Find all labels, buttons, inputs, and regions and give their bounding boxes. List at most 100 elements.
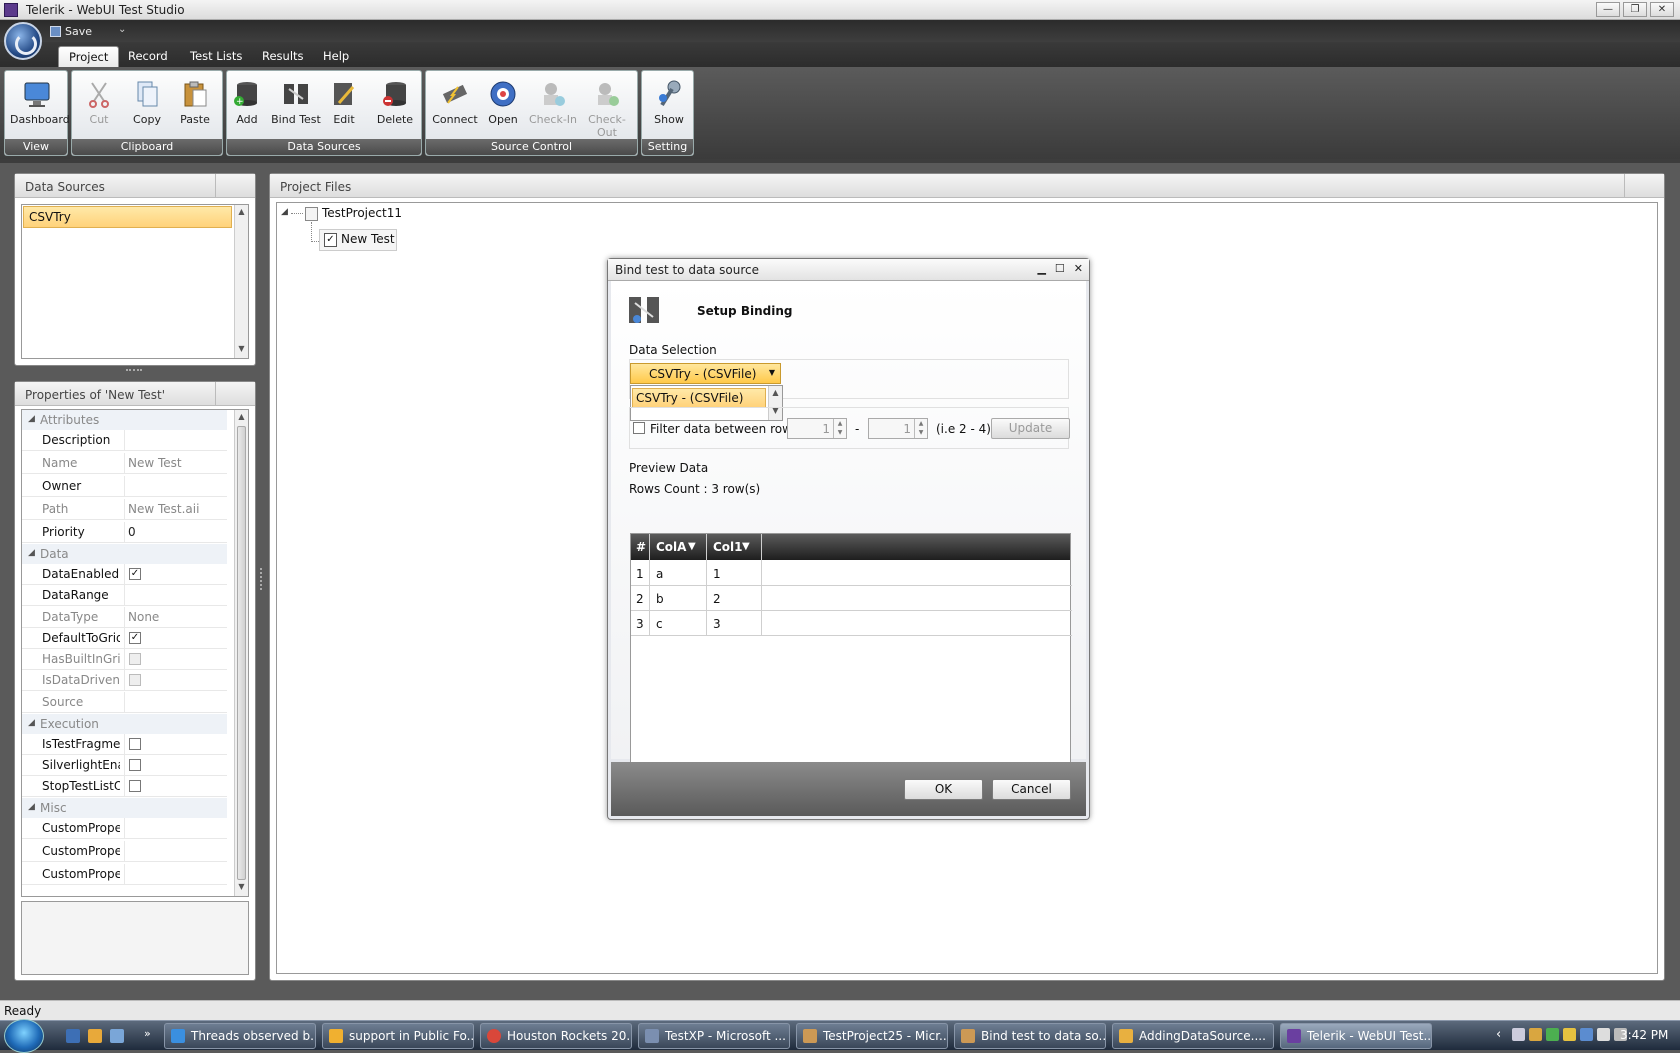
minimize-button[interactable]: — <box>1596 2 1620 17</box>
filter-from-stepper[interactable]: 1 ▲ ▼ <box>787 418 847 439</box>
dataenabled-checkbox[interactable]: ✓ <box>129 568 141 580</box>
filter-to-stepper[interactable]: 1 ▲ ▼ <box>868 418 928 439</box>
spinner-arrows-icon[interactable]: ▲ ▼ <box>914 419 927 438</box>
application-menu-orb[interactable] <box>4 22 42 60</box>
grid-cell[interactable]: 3 <box>636 617 644 631</box>
prop-row-custom-3[interactable]: CustomPropert <box>22 864 227 885</box>
tab-help[interactable]: Help <box>313 46 359 67</box>
taskbar-item-ie[interactable]: Threads observed b... <box>164 1023 316 1049</box>
taskbar-item-chrome[interactable]: Houston Rockets 20... <box>480 1023 632 1049</box>
category-data[interactable]: ◢ Data <box>22 544 227 564</box>
taskbar-item-testxp[interactable]: TestXP - Microsoft ... <box>638 1023 790 1049</box>
tray-outlook-icon[interactable] <box>1529 1028 1542 1041</box>
prop-row-name[interactable]: Name New Test <box>22 453 227 474</box>
prop-row-custom-1[interactable]: CustomPropert <box>22 818 227 839</box>
copy-button[interactable]: Copy <box>120 79 174 126</box>
ok-button[interactable]: OK <box>904 779 983 800</box>
dialog-minimize-icon[interactable]: ▁ <box>1037 262 1045 275</box>
tab-results[interactable]: Results <box>252 46 314 67</box>
list-item[interactable]: CSVTry <box>23 206 232 228</box>
vertical-splitter-handle[interactable] <box>260 568 264 590</box>
data-sources-list[interactable]: CSVTry ▲ ▼ <box>21 204 249 359</box>
property-grid[interactable]: ◢ Attributes Description Name New Test Own… <box>21 409 249 897</box>
prop-row-datarange[interactable]: DataRange <box>22 585 227 606</box>
close-button[interactable]: ✕ <box>1650 2 1674 17</box>
tab-test-lists[interactable]: Test Lists <box>180 46 252 67</box>
prop-row-priority[interactable]: Priority 0 <box>22 522 227 543</box>
grid-cell[interactable]: 2 <box>713 592 721 606</box>
tab-project[interactable]: Project <box>58 46 120 67</box>
quicklaunch-explorer-icon[interactable] <box>110 1029 124 1043</box>
collapse-icon[interactable]: ◢ <box>281 207 288 217</box>
dialog-maximize-icon[interactable]: ☐ <box>1055 262 1065 275</box>
tray-expand-icon[interactable]: ‹ <box>1496 1027 1501 1042</box>
tray-chat-icon[interactable] <box>1563 1028 1576 1041</box>
category-execution[interactable]: ◢ Execution <box>22 714 227 734</box>
taskbar-item-adding-datasource[interactable]: AddingDataSource.... <box>1112 1023 1274 1049</box>
scroll-up-icon[interactable]: ▲ <box>769 388 782 400</box>
scroll-up-icon[interactable]: ▲ <box>235 412 248 424</box>
scroll-down-icon[interactable]: ▼ <box>235 882 248 894</box>
prop-row-custom-2[interactable]: CustomPropert <box>22 841 227 862</box>
edit-datasource-button[interactable]: Edit <box>321 79 367 126</box>
stoptestliston-checkbox[interactable] <box>129 780 141 792</box>
prop-row-owner[interactable]: Owner <box>22 476 227 497</box>
taskbar-item-telerik[interactable]: Telerik - WebUI Test... <box>1280 1023 1432 1049</box>
prop-row-dataenabled[interactable]: DataEnabled ✓ <box>22 564 227 585</box>
panel-header-button[interactable] <box>215 382 255 405</box>
grid-cell[interactable]: 1 <box>713 567 721 581</box>
scroll-up-icon[interactable]: ▲ <box>235 207 248 219</box>
dashboard-button[interactable]: Dashboard <box>10 79 70 126</box>
prop-row-description[interactable]: Description <box>22 430 227 451</box>
grid-cell[interactable]: a <box>656 567 663 581</box>
properties-scrollbar[interactable]: ▲ ▼ <box>234 410 248 896</box>
grid-cell[interactable]: 3 <box>713 617 721 631</box>
taskbar-item-bind-dialog[interactable]: Bind test to data so... <box>954 1023 1106 1049</box>
tree-node-project[interactable]: TestProject11 <box>322 206 402 220</box>
filter-rows-checkbox[interactable] <box>633 422 645 434</box>
maximize-button[interactable]: ❐ <box>1623 2 1647 17</box>
tray-flag-icon[interactable] <box>1597 1028 1610 1041</box>
silverlightenabled-checkbox[interactable] <box>129 759 141 771</box>
check-out-button[interactable]: Check-Out <box>580 79 634 139</box>
dialog-close-icon[interactable]: ✕ <box>1074 262 1083 275</box>
chevron-down-icon[interactable]: ▼ <box>769 368 775 377</box>
update-button[interactable]: Update <box>991 418 1070 439</box>
cut-button[interactable]: Cut <box>72 79 126 126</box>
data-source-combobox[interactable]: CSVTry - (CSVFile) ▼ <box>630 363 781 384</box>
delete-datasource-button[interactable]: Delete <box>371 79 419 126</box>
scroll-down-icon[interactable]: ▼ <box>235 344 248 356</box>
defaulttogrid-checkbox[interactable]: ✓ <box>129 632 141 644</box>
show-desktop-icon[interactable] <box>66 1029 80 1043</box>
scroll-thumb[interactable] <box>237 426 246 880</box>
grid-header-cola[interactable]: ColA <box>656 540 686 554</box>
grid-header-col1[interactable]: Col1 <box>713 540 743 554</box>
add-datasource-button[interactable]: + Add <box>225 79 269 126</box>
prop-row-datatype[interactable]: DataType None <box>22 607 227 628</box>
prop-row-stoptestliston[interactable]: StopTestListOn <box>22 776 227 797</box>
taskbar-item-outlook[interactable]: support in Public Fo... <box>322 1023 474 1049</box>
tray-monitor-icon[interactable] <box>1512 1028 1525 1041</box>
check-in-button[interactable]: Check-In <box>526 79 580 126</box>
filter-icon[interactable]: ▼ <box>688 541 696 552</box>
prop-row-hasbuiltingrid[interactable]: HasBuiltInGrid <box>22 649 227 670</box>
qat-customize-dropdown[interactable]: ⌄ <box>118 24 126 35</box>
cancel-button[interactable]: Cancel <box>992 779 1071 800</box>
panel-splitter-handle[interactable] <box>126 369 142 373</box>
quicklaunch-outlook-icon[interactable] <box>88 1029 102 1043</box>
istestfragment-checkbox[interactable] <box>129 738 141 750</box>
prop-row-defaulttogrid[interactable]: DefaultToGrid ✓ <box>22 628 227 649</box>
start-button[interactable] <box>4 1019 44 1053</box>
prop-row-path[interactable]: Path New Test.aii <box>22 499 227 520</box>
grid-cell[interactable]: 1 <box>636 567 644 581</box>
filter-icon[interactable]: ▼ <box>742 541 750 552</box>
tab-record[interactable]: Record <box>118 46 178 67</box>
panel-header-button[interactable] <box>1624 174 1664 197</box>
qat-save-button[interactable]: Save <box>50 23 92 39</box>
grid-cell[interactable]: c <box>656 617 663 631</box>
prop-row-isdatadriven[interactable]: IsDataDriven <box>22 670 227 691</box>
bind-test-button[interactable]: Bind Test <box>271 79 321 126</box>
clock[interactable]: 3:42 PM <box>1620 1028 1668 1042</box>
tree-node-test[interactable]: New Test <box>341 232 395 246</box>
tray-network-icon[interactable] <box>1580 1028 1593 1041</box>
